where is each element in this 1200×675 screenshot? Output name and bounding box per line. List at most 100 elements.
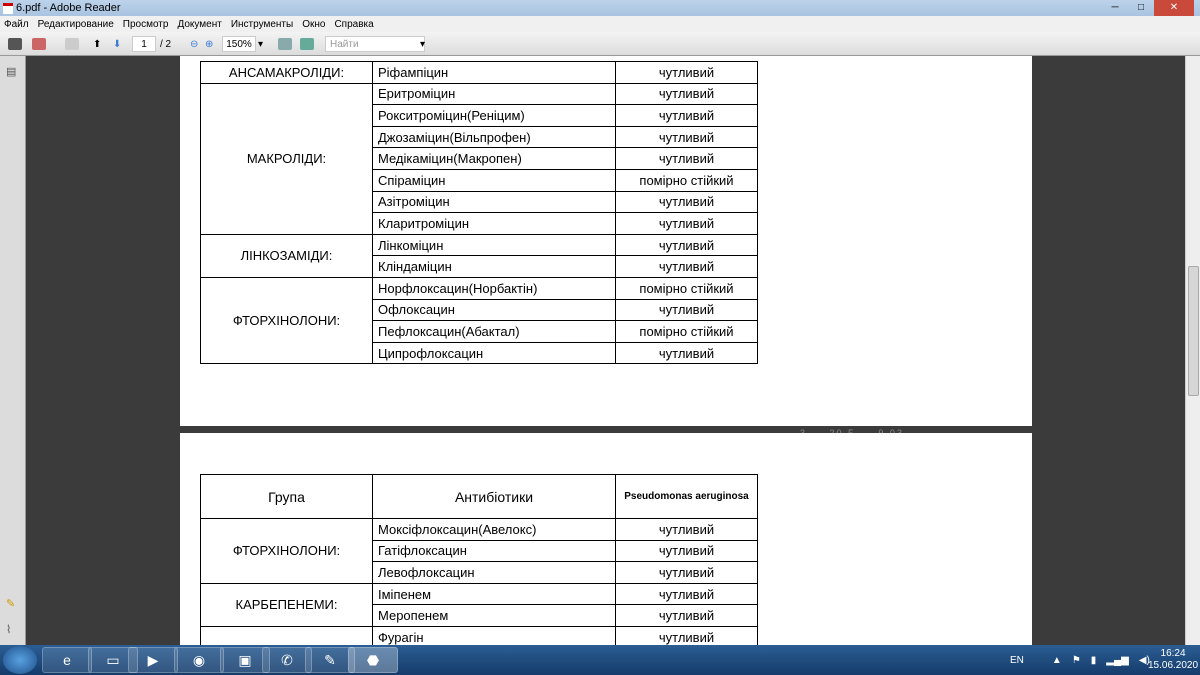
sensitivity-cell: чутливий (615, 582, 758, 606)
antibiotic-cell: Гатіфлоксацин (372, 539, 616, 563)
navigation-panel: ▤ ✎ ⌇ (0, 56, 26, 645)
antibiotic-cell: Кларитроміцин (372, 212, 616, 235)
clock[interactable]: 16:24 15.06.2020 (1148, 648, 1198, 672)
sensitivity-cell: чутливий (615, 518, 758, 541)
action-center-icon[interactable]: ⚑ (1072, 655, 1081, 666)
antibiotic-cell: Спіраміцин (372, 169, 616, 192)
comment-icon[interactable] (65, 36, 79, 52)
antibiotic-cell: Кліндаміцин (372, 255, 616, 278)
menu-view[interactable]: Просмотр (123, 19, 169, 30)
start-button[interactable] (3, 646, 37, 674)
menu-help[interactable]: Справка (334, 19, 373, 30)
toolbar: ⬆ ⬇ 1 / 2 ⊖ ⊕ 150% ▾ Найти ▾ (0, 32, 1200, 56)
menu-window[interactable]: Окно (302, 19, 325, 30)
comments-icon[interactable]: ✎ (6, 598, 18, 610)
date: 15.06.2020 (1148, 660, 1199, 671)
antibiotic-cell: Джозаміцин(Вільпрофен) (372, 125, 616, 149)
power-icon[interactable]: ▮ (1091, 655, 1097, 666)
network-icon[interactable]: ▂▄▆ (1106, 655, 1128, 666)
antibiotic-cell: Фурагін (372, 626, 616, 645)
header-antibiotics: Антибіотики (372, 474, 616, 519)
antibiotic-cell: Азітроміцин (372, 190, 616, 214)
previous-page-icon[interactable]: ⬆ (93, 36, 101, 52)
sensitivity-cell: чутливий (615, 561, 758, 584)
group-cell (200, 626, 373, 645)
sensitivity-cell: чутливий (615, 125, 758, 149)
menu-file[interactable]: Файл (4, 19, 29, 30)
pdf-page-1: ЛевоміцетинАНСАМАКРОЛІДИ:Ріфампіцинчутли… (180, 56, 1032, 455)
antibiotic-cell: Еритроміцин (372, 82, 616, 106)
media-player-icon[interactable]: ▶ (128, 647, 178, 673)
menu-tools[interactable]: Инструменты (231, 19, 293, 30)
menu-document[interactable]: Документ (177, 19, 221, 30)
system-tray: EN ▲ ⚑ ▮ ▂▄▆ ◀) (1010, 645, 1150, 675)
sensitivity-cell: чутливий (615, 82, 758, 106)
pdf-app-icon (3, 3, 13, 14)
zoom-select[interactable]: 150% (222, 36, 256, 52)
sensitivity-cell: чутливий (615, 147, 758, 170)
antibiotic-cell: Моксіфлоксацин(Авелокс) (372, 518, 616, 541)
scrollbar-thumb[interactable] (1188, 266, 1199, 396)
sensitivity-cell: помірно стійкий (615, 277, 758, 300)
page-total: / 2 (160, 38, 172, 50)
show-hidden-icons[interactable]: ▲ (1052, 655, 1062, 666)
time: 16:24 (1160, 648, 1186, 659)
attachments-icon[interactable]: ⌇ (6, 624, 18, 636)
maximize-button[interactable]: □ (1128, 0, 1154, 16)
group-cell: МАКРОЛІДИ: (200, 82, 373, 235)
sensitivity-cell: чутливий (615, 604, 758, 627)
group-cell: ФТОРХІНОЛОНИ: (200, 277, 373, 365)
minimize-button[interactable]: ─ (1102, 0, 1128, 16)
window-title: 6.pdf - Adobe Reader (16, 2, 121, 14)
next-page-icon[interactable]: ⬇ (113, 36, 121, 52)
pdf-page-2: Група Антибіотики Pseudomonas aeruginosa… (180, 433, 1032, 645)
sensitivity-cell: чутливий (615, 341, 758, 365)
menu-bar: Файл Редактирование Просмотр Документ Ин… (0, 16, 1200, 32)
print-icon[interactable] (8, 36, 22, 52)
find-input[interactable]: Найти (325, 36, 425, 52)
antibiotic-cell: Медікаміцин(Макропен) (372, 147, 616, 170)
sensitivity-cell: помірно стійкий (615, 169, 758, 192)
zoom-out-icon[interactable]: ⊖ (190, 36, 198, 52)
menu-edit[interactable]: Редактирование (38, 19, 114, 30)
full-screen-icon[interactable] (300, 36, 314, 52)
sensitivity-cell: помірно стійкий (615, 320, 758, 343)
group-cell: АНСАМАКРОЛІДИ: (200, 61, 373, 84)
pages-icon[interactable]: ▤ (6, 66, 18, 78)
zoom-in-icon[interactable]: ⊕ (205, 36, 213, 52)
antibiotic-cell: Пефлоксацин(Абактал) (372, 320, 616, 343)
chevron-down-icon[interactable]: ▾ (258, 36, 263, 52)
sensitivity-cell: чутливий (615, 233, 758, 257)
antibiotic-cell: Меропенем (372, 604, 616, 627)
ie-icon[interactable]: e (42, 647, 92, 673)
antibiotic-cell: Іміпенем (372, 582, 616, 606)
antibiotic-cell: Ципрофлоксацин (372, 341, 616, 365)
sensitivity-cell: чутливий (615, 255, 758, 278)
sensitivity-cell: чутливий (615, 104, 758, 127)
fit-width-icon[interactable] (278, 36, 292, 52)
antibiotic-cell: Рокситроміцин(Реніцим) (372, 104, 616, 127)
sensitivity-cell: чутливий (615, 61, 758, 84)
chrome-icon[interactable]: ◉ (174, 647, 224, 673)
sensitivity-cell: чутливий (615, 190, 758, 214)
antibiotic-cell: Ріфампіцин (372, 61, 616, 84)
close-button[interactable]: ✕ (1154, 0, 1194, 16)
sensitivity-cell: чутливий (615, 539, 758, 563)
language-indicator[interactable]: EN (1010, 655, 1024, 666)
sensitivity-cell: чутливий (615, 212, 758, 235)
page-number-input[interactable]: 1 (132, 36, 156, 52)
vertical-scrollbar[interactable] (1185, 56, 1200, 645)
taskbar: e ▭ ▶ ◉ ▣ ✆ ✎ ⬣ EN ▲ ⚑ ▮ ▂▄▆ ◀) 16:24 15.… (0, 645, 1200, 675)
antibiotic-cell: Левофлоксацин (372, 561, 616, 584)
title-bar: 6.pdf - Adobe Reader ─ □ ✕ (0, 0, 1200, 16)
sensitivity-cell: чутливий (615, 298, 758, 322)
antibiotic-cell: Норфлоксацин(Норбактін) (372, 277, 616, 300)
group-cell: ЛІНКОЗАМІДИ: (200, 233, 373, 278)
group-cell: КАРБЕПЕНЕМИ: (200, 582, 373, 627)
share-icon[interactable] (32, 36, 46, 52)
sensitivity-cell: чутливий (615, 626, 758, 645)
document-area: ЛевоміцетинАНСАМАКРОЛІДИ:Ріфампіцинчутли… (26, 56, 1185, 645)
adobe-reader-icon[interactable]: ⬣ (348, 647, 398, 673)
find-dropdown-icon[interactable]: ▾ (420, 36, 425, 52)
antibiotic-cell: Офлоксацин (372, 298, 616, 322)
